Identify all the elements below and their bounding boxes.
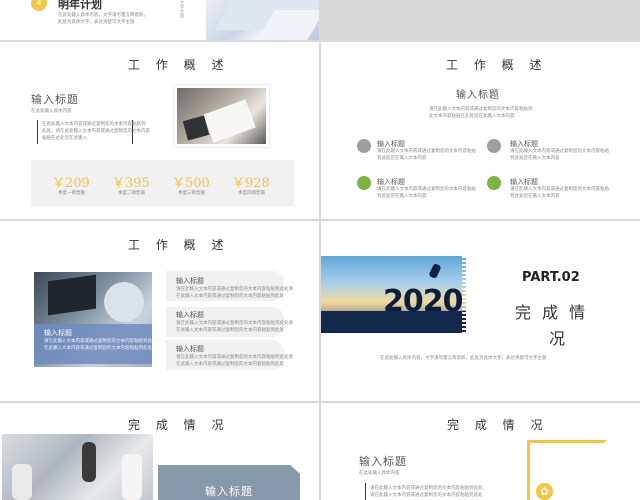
item-line: 到此处您在输入文本内容	[377, 156, 427, 161]
users-icon	[487, 176, 501, 190]
item-line: 到此处您在输入文本内容	[510, 194, 560, 199]
stat-value: ￥928	[232, 176, 270, 191]
year-text: 2020	[383, 284, 463, 319]
plan-vertical-text: 文字主题	[179, 0, 184, 18]
overlay-line: 在此输入文本内容或通过复制您的文本内容粘贴到此处	[44, 346, 152, 351]
slide-heading: 工 作 概 述	[446, 58, 548, 72]
item-line: 到此处您在输入文本内容	[377, 194, 427, 199]
card-line: 在此输入文本内容或通过复制您的文本内容粘贴到此处	[176, 328, 284, 333]
meeting-photo	[174, 85, 269, 147]
plan-title: 明年计划	[58, 0, 102, 11]
part-caption: 在此处输入具体内容，文字请尽量言简意赅，此处为具体文字，表达清楚可文字主题	[380, 356, 547, 361]
slide-para-2: 此处，请在此处输入文本内容或通过复制您的文本内容	[42, 129, 150, 134]
card-title: 输入标题	[205, 485, 253, 498]
slide-completion-right[interactable]: 完 成 情 况 输入标题 在此处输入具体内容 请在此输入文本内容或通过复制您的文…	[321, 403, 640, 500]
slide-para-3: 粘贴在此处您在此输入	[42, 136, 87, 141]
brush-icon	[357, 139, 371, 153]
slide-title: 输入标题	[456, 90, 500, 101]
stat-label: 季度四销售额	[238, 191, 265, 196]
slide-para-1: 请在此输入文本内容或通过复制您的文本内容粘贴到	[429, 107, 533, 112]
item-line: 请在此输入文本内容或通过复制您的文本内容粘贴	[377, 187, 476, 192]
stat-value: ￥209	[52, 176, 90, 191]
stat-label: 季度一销售额	[58, 191, 85, 196]
gear-icon: ✿	[536, 483, 553, 500]
card-line: 在此输入文本内容或通过复制您的文本内容粘贴到此处	[176, 362, 284, 367]
slide-subtitle: 在此处输入具体内容	[359, 471, 400, 476]
chat-icon	[487, 139, 501, 153]
card-line: 在此输入文本内容或通过复制您的文本内容粘贴到此处	[176, 294, 284, 299]
slide-heading: 完 成 情 况	[128, 418, 230, 432]
card-line: 请在此输入文本内容或通过复制您的文本内容粘贴到此处请	[176, 287, 293, 292]
slide-completion-left[interactable]: 完 成 情 况 输入标题	[0, 403, 319, 500]
slide-plan[interactable]: 4 明年计划 在此处输入具体内容，文字请尽量言简意赅， 此处为具体文字，表达清楚…	[0, 0, 319, 40]
slide-para-1: 在此处输入文本内容或通过复制您的文本内容粘贴到	[42, 122, 146, 127]
plan-desc-2: 此处为具体文字，表达清楚可文字主题	[58, 20, 135, 25]
slide-overview-cards[interactable]: 工 作 概 述 输入标题 请在此输入文本内容或通过复制您的文本内容粘贴到此处请 …	[0, 221, 319, 401]
slide-heading: 工 作 概 述	[128, 58, 230, 72]
item-line: 请在此输入文本内容或通过复制您的文本内容粘贴	[510, 187, 609, 192]
badge-circle: 4	[31, 0, 47, 11]
slide-heading: 工 作 概 述	[128, 238, 230, 252]
slide-para-1: 请在此输入文本内容或通过复制您的文本内容粘贴到此处，	[370, 486, 487, 491]
item-line: 到此处您在输入文本内容	[510, 156, 560, 161]
monitor-icon	[357, 176, 371, 190]
plan-photo	[206, 0, 319, 40]
slide-part-02[interactable]: 2020 PART.02 完 成 情 况 在此处输入具体内容，文字请尽量言简意赅…	[321, 221, 640, 401]
sunset-2020-photo: 2020	[321, 256, 466, 333]
card-title: 输入标题	[176, 311, 204, 319]
plan-desc-1: 在此处输入具体内容，文字请尽量言简意赅，	[58, 13, 148, 18]
item-line: 请在此输入文本内容或通过复制您的文本内容粘贴	[510, 149, 609, 154]
slide-title: 输入标题	[359, 455, 407, 468]
stat-value: ￥395	[112, 176, 150, 191]
item-line: 请在此输入文本内容或通过复制您的文本内容粘贴	[377, 149, 476, 154]
card-line: 请在此输入文本内容或通过复制您的文本内容粘贴到此处请	[176, 321, 293, 326]
slide-para-2: 此文本内容粘贴在此处您在此输入文本内容	[429, 114, 515, 119]
stat-label: 季度二销售额	[118, 191, 145, 196]
slide-overview-right[interactable]: 工 作 概 述 输入标题 请在此输入文本内容或通过复制您的文本内容粘贴到 此文本…	[321, 42, 640, 219]
stat-label: 季度三销售额	[178, 191, 205, 196]
office-photo	[2, 434, 153, 500]
slide-heading: 完 成 情 况	[447, 418, 549, 432]
part-title-1: 完 成 情	[515, 303, 589, 322]
slide-grid: 4 明年计划 在此处输入具体内容，文字请尽量言简意赅， 此处为具体文字，表达清楚…	[0, 0, 640, 500]
slide-title: 输入标题	[31, 93, 79, 106]
slide-subtitle: 在此处输入具体内容	[31, 109, 72, 114]
overlay-title: 输入标题	[44, 329, 72, 337]
card-title: 输入标题	[176, 277, 204, 285]
slide-overview-left[interactable]: 工 作 概 述 输入标题 在此处输入具体内容 在此处输入文本内容或通过复制您的文…	[0, 42, 319, 219]
card-title: 输入标题	[176, 345, 204, 353]
stat-value: ￥500	[172, 176, 210, 191]
part-title-2: 况	[549, 329, 566, 348]
card-line: 请在此输入文本内容或通过复制您的文本内容粘贴到此处请	[176, 355, 293, 360]
slide-para-2: 请在此输入文本内容或通过复制您的文本内容粘贴到此处	[370, 493, 483, 498]
overlay-line: 请在此输入文本内容或通过复制您的文本内容粘贴到此处请	[44, 339, 161, 344]
part-label: PART.02	[522, 270, 580, 285]
